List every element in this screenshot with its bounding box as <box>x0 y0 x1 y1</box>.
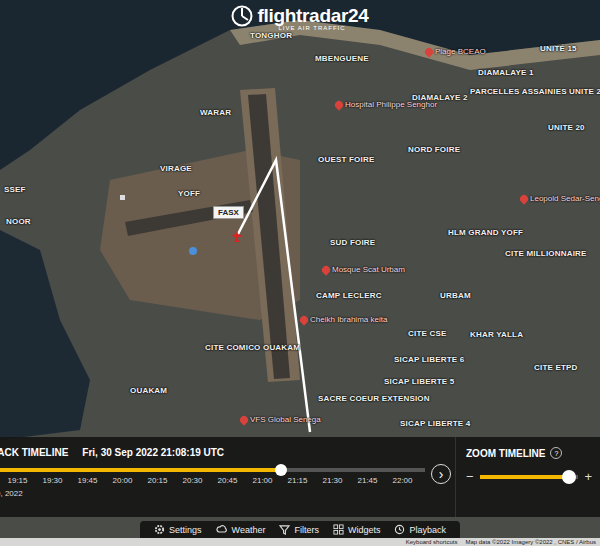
playback-timeline: BACK TIMELINE Fri, 30 Sep 2022 21:08:19 U… <box>0 437 455 517</box>
map-label: VIRAGE <box>160 165 192 174</box>
map-label: Cheikh Ibrahima keita <box>300 316 387 325</box>
map-label: CITE ETPD <box>534 364 578 373</box>
timeline-tick: 19:15 <box>0 476 35 485</box>
map-label: SICAP LIBERTE 4 <box>400 420 470 429</box>
map-toolbar: Settings Weather Filters Widgets Playback <box>140 521 460 538</box>
poi-pin-icon[interactable] <box>423 47 434 58</box>
map-label: MBENGUENE <box>315 55 369 64</box>
timeline-tick: 20:45 <box>210 476 245 485</box>
map-label: Hospital Philippe Senghor <box>335 101 437 110</box>
timeline-title: BACK TIMELINE <box>0 447 68 458</box>
weather-icon <box>216 524 228 535</box>
radar-logo-icon <box>231 5 253 27</box>
map-label: SACRE COEUR EXTENSION <box>318 395 430 404</box>
flight-path <box>237 160 310 432</box>
map-label: CITE COMICO OUAKAM <box>205 344 300 353</box>
zoom-slider[interactable] <box>480 475 579 479</box>
map-label: URBAM <box>440 292 471 301</box>
map-label: HLM GRAND YOFF <box>448 229 523 238</box>
timeline-date: 0, 2022 <box>0 489 425 498</box>
location-pin-icon[interactable] <box>189 247 197 255</box>
poi-pin-icon[interactable] <box>320 265 331 276</box>
main-runway <box>248 94 290 379</box>
aircraft-icon[interactable] <box>231 230 243 242</box>
timeline-datetime: Fri, 30 Sep 2022 21:08:19 UTC <box>82 447 224 458</box>
zoom-timeline: ZOOM TIMELINE? − + <box>455 437 600 517</box>
toolbar-button[interactable]: Filters <box>279 524 319 535</box>
toolbar-button[interactable]: Playback <box>394 524 446 535</box>
map-label: CAMP LECLERC <box>316 292 382 301</box>
poi-pin-icon[interactable] <box>298 315 309 326</box>
map-label: Mosque Scat Urbam <box>322 266 405 275</box>
timeline-tick: 20:00 <box>105 476 140 485</box>
timeline-thumb[interactable] <box>275 464 287 476</box>
map-label: NORD FOIRE <box>408 146 460 155</box>
map-label: Plage BCEAO <box>425 48 486 57</box>
map-label: CITE CSE <box>408 330 447 339</box>
map-label: PARCELLES ASSAINIES UNITE 26 <box>470 88 600 97</box>
timeline-tick: 19:30 <box>35 476 70 485</box>
map-label: UNITE 20 <box>548 124 585 133</box>
filter-icon <box>279 524 290 535</box>
timeline-tick: 19:45 <box>70 476 105 485</box>
help-icon[interactable]: ? <box>550 447 562 459</box>
toolbar-button[interactable]: Widgets <box>333 524 381 535</box>
poi-pin-icon[interactable] <box>518 194 529 205</box>
map-label: DIAMALAYE 1 <box>478 69 534 78</box>
timeline-tick: 20:15 <box>140 476 175 485</box>
map-label: NOOR <box>6 218 31 227</box>
zoom-out-button[interactable]: − <box>466 469 474 484</box>
keyboard-shortcuts-link[interactable]: Keyboard shortcuts <box>406 538 458 546</box>
map-label: OUEST FOIRE <box>318 156 374 165</box>
poi-pin-icon[interactable] <box>238 415 249 426</box>
map-footer: Keyboard shortcuts Map data ©2022 Imagery… <box>0 538 600 546</box>
map-label: KHAR YALLA <box>470 331 523 340</box>
map-label: SICAP LIBERTE 5 <box>384 378 454 387</box>
map-label: YOFF <box>178 190 200 199</box>
timeline-tick: 21:00 <box>245 476 280 485</box>
flight-callsign-tag[interactable]: FASX <box>213 206 244 219</box>
timeline-tick: 21:30 <box>315 476 350 485</box>
timeline-tick: 21:15 <box>280 476 315 485</box>
map-label: OUAKAM <box>130 387 167 396</box>
map-label: WARAR <box>200 109 231 118</box>
map-label: UNITÉ 15 <box>540 45 577 54</box>
timeline-tick: 21:45 <box>350 476 385 485</box>
toolbar-button[interactable]: Settings <box>154 524 202 535</box>
widgets-icon <box>333 524 344 535</box>
map-label: SSEF <box>4 186 26 195</box>
map-label: SUD FOIRE <box>330 239 375 248</box>
map-attribution: Map data ©2022 Imagery ©2022 , CNES / Ai… <box>465 538 596 546</box>
map-label: SICAP LIBERTE 6 <box>394 356 464 365</box>
poi-pin-icon[interactable] <box>333 100 344 111</box>
toolbar-button[interactable]: Weather <box>216 524 266 535</box>
timeline-bar: BACK TIMELINE Fri, 30 Sep 2022 21:08:19 U… <box>0 437 600 517</box>
map-label: TONGHOR <box>250 32 292 41</box>
timeline-tick: 20:30 <box>175 476 210 485</box>
map-label: Leopold Sedar-Senghor Stadium <box>520 195 600 204</box>
zoom-title: ZOOM TIMELINE <box>466 448 545 459</box>
gear-icon <box>154 524 165 535</box>
next-button[interactable]: › <box>431 464 451 484</box>
zoom-in-button[interactable]: + <box>584 469 592 484</box>
map-label: VFS Global Senega <box>240 416 321 425</box>
cross-runway <box>125 200 253 236</box>
playback-icon <box>394 524 405 535</box>
timeline-tick: 22:00 <box>385 476 420 485</box>
zoom-thumb[interactable] <box>562 470 576 484</box>
map-label: CITE MILLIONNAIRE <box>505 250 587 259</box>
timeline-slider[interactable] <box>0 468 425 472</box>
flightradar-screen: TONGHOR MBENGUENE Plage BCEAO UNITÉ 15 DIAMA… <box>0 0 600 546</box>
logo[interactable]: flightradar24LIVE AIR TRAFFIC <box>231 0 368 31</box>
